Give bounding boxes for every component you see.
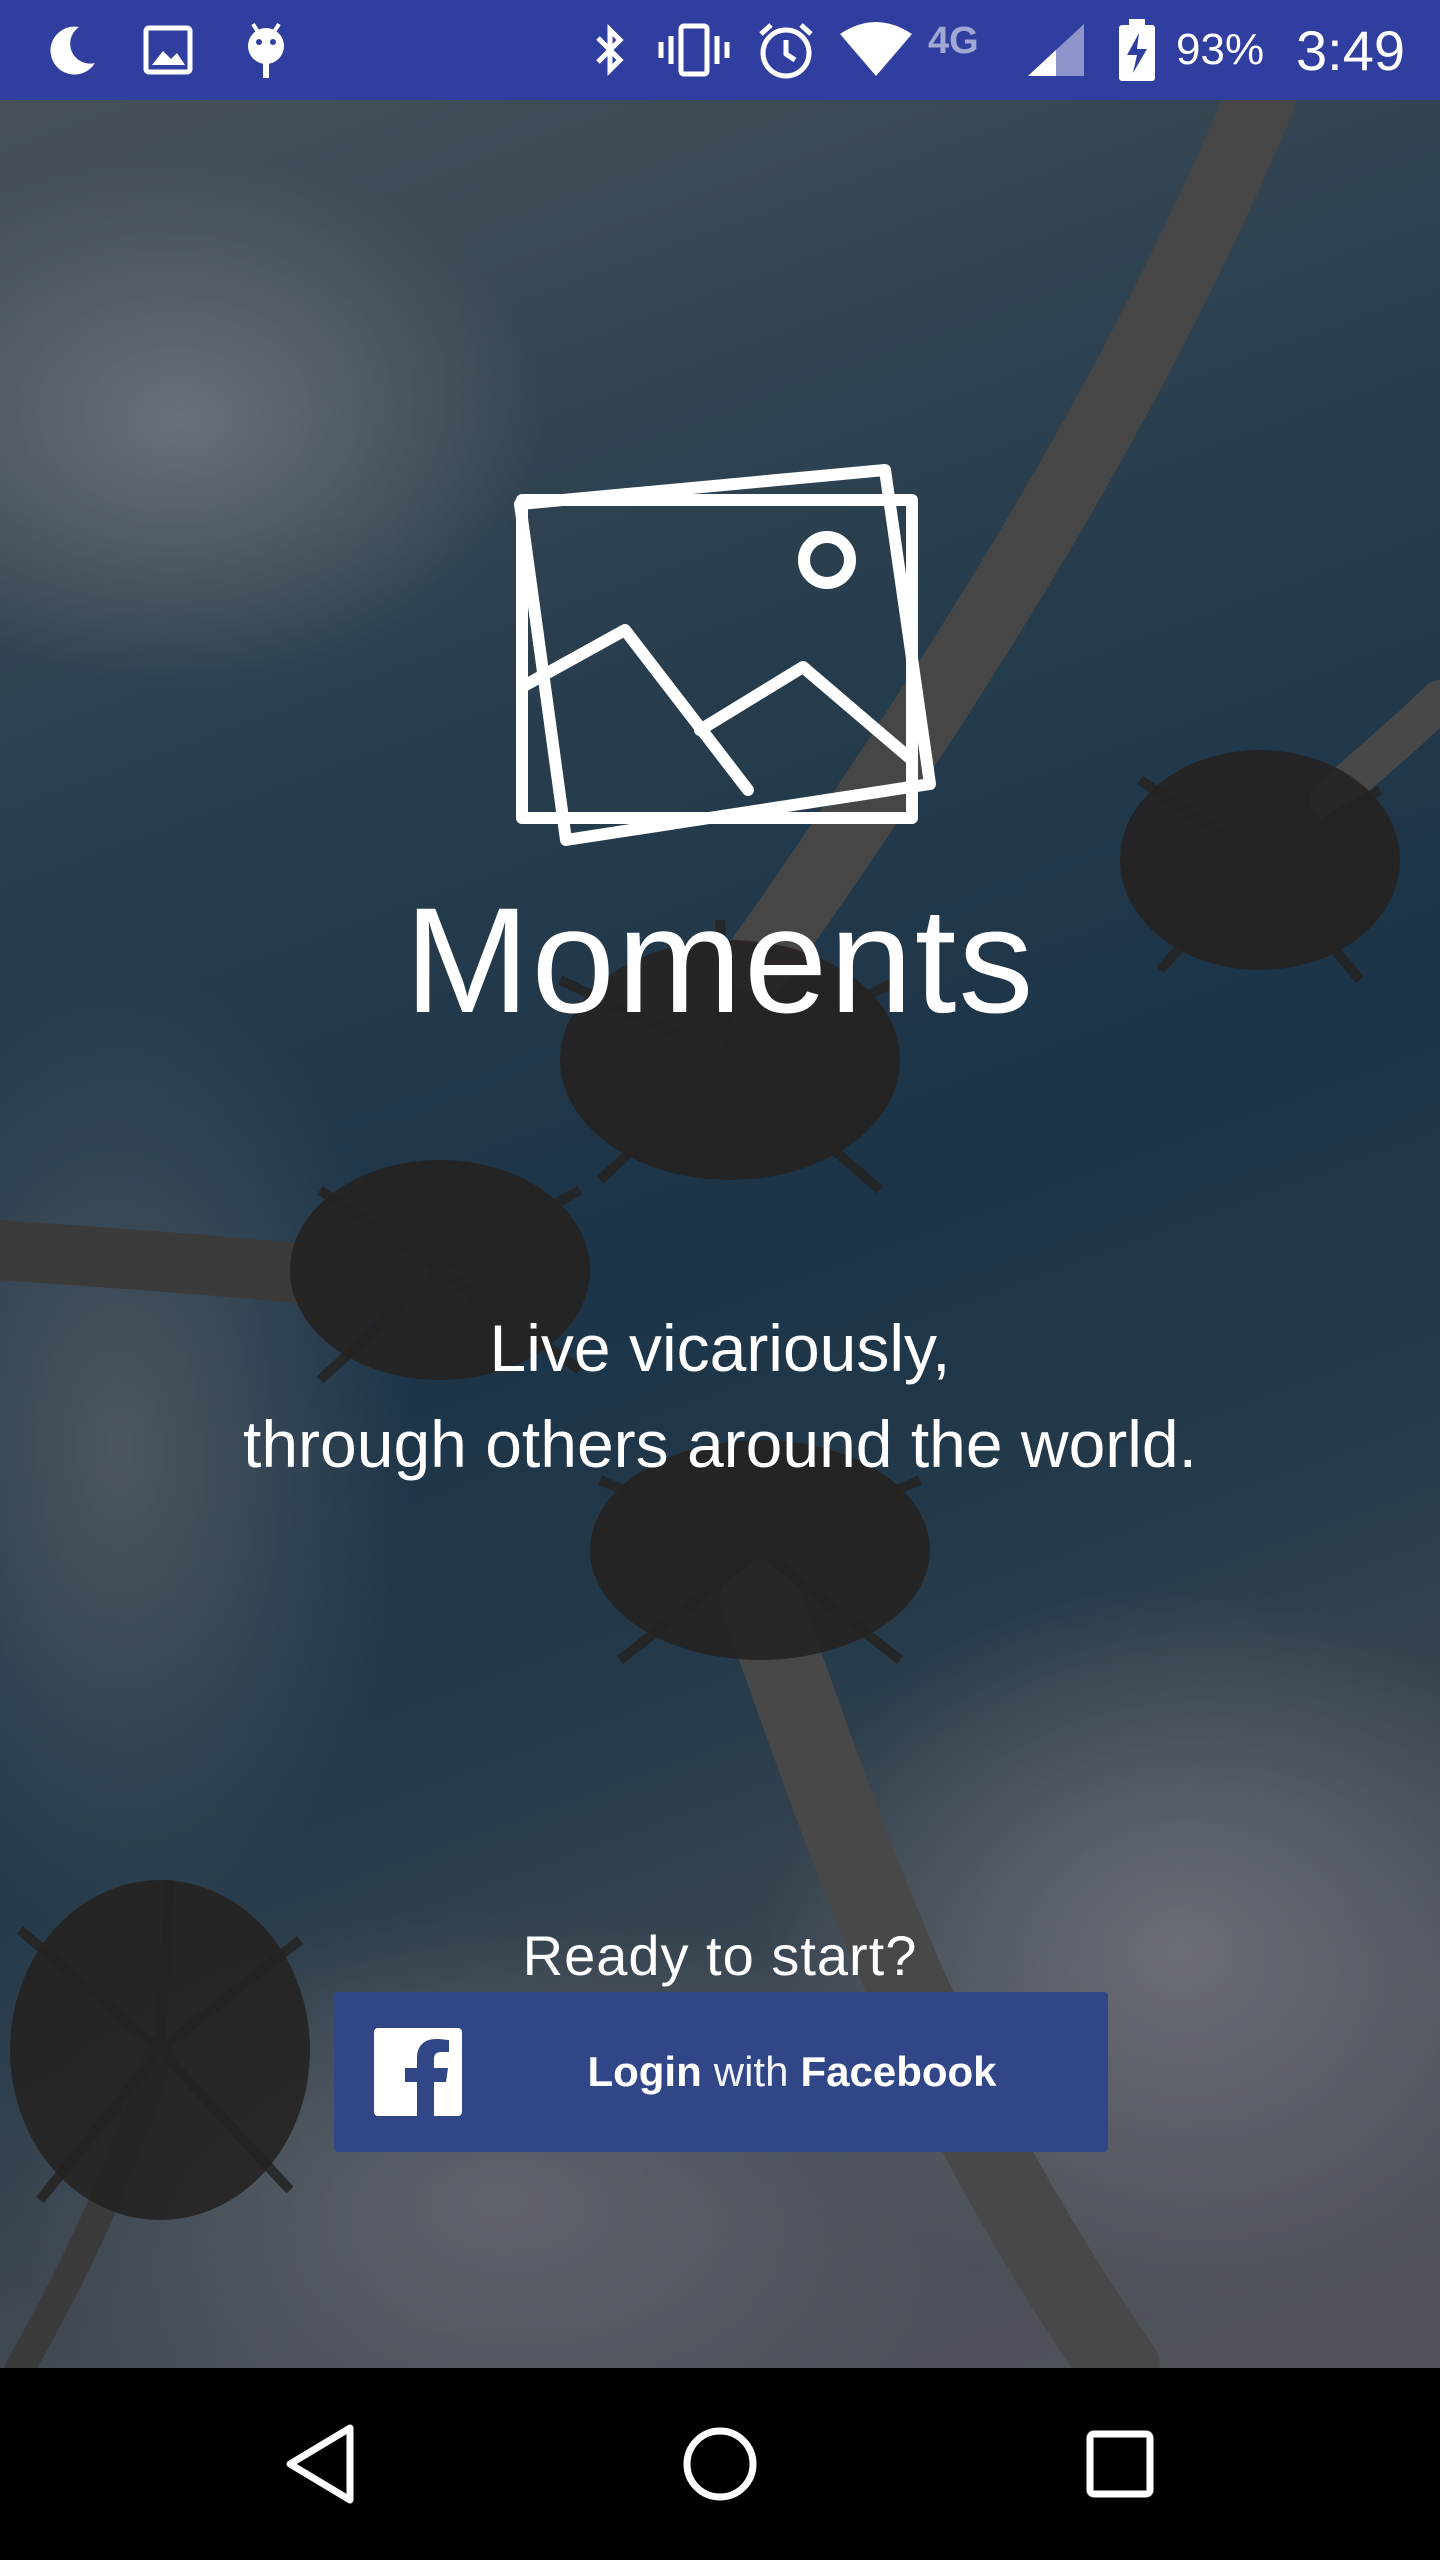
- lte-icon: 4G: [928, 0, 1020, 100]
- battery-percentage: 93%: [1176, 25, 1265, 74]
- app-title: Moments: [404, 876, 1036, 1044]
- photo-stack-icon: [514, 464, 936, 846]
- tagline: Live vicariously, through others around …: [0, 1300, 1440, 1492]
- battery-charging-icon: [1114, 0, 1160, 100]
- with-word: with: [713, 2048, 789, 2095]
- facebook-button-label: Login with Facebook: [512, 1992, 1072, 2152]
- night-mode-icon: [40, 0, 104, 100]
- status-bar: 4G 93% 3:49: [0, 0, 1440, 100]
- back-icon: [286, 2424, 354, 2504]
- recents-icon: [1086, 2430, 1154, 2498]
- gallery-notification-icon: [136, 0, 200, 100]
- facebook-word: Facebook: [800, 2048, 997, 2095]
- android-debug-icon: [234, 0, 298, 100]
- ready-prompt: Ready to start?: [522, 1924, 918, 1987]
- alarm-icon: [752, 0, 820, 100]
- vibrate-icon: [654, 0, 734, 100]
- home-button[interactable]: [620, 2368, 820, 2560]
- network-type-label: 4G: [928, 20, 979, 62]
- clock: 3:49: [1296, 18, 1405, 82]
- navigation-bar: [0, 2368, 1440, 2560]
- wifi-icon: [836, 0, 916, 100]
- recents-button[interactable]: [1020, 2368, 1220, 2560]
- tagline-line-2: through others around the world.: [243, 1407, 1197, 1481]
- back-button[interactable]: [220, 2368, 420, 2560]
- tagline-line-1: Live vicariously,: [489, 1311, 951, 1385]
- facebook-logo-icon: [374, 2028, 462, 2116]
- signal-icon: [1024, 0, 1088, 100]
- login-word: Login: [587, 2048, 702, 2095]
- login-screen: 4G 93% 3:49 Moments Live vicariously, th…: [0, 0, 1440, 2560]
- login-with-facebook-button[interactable]: Login with Facebook: [334, 1992, 1108, 2152]
- home-icon: [683, 2427, 757, 2501]
- bluetooth-icon: [582, 0, 638, 100]
